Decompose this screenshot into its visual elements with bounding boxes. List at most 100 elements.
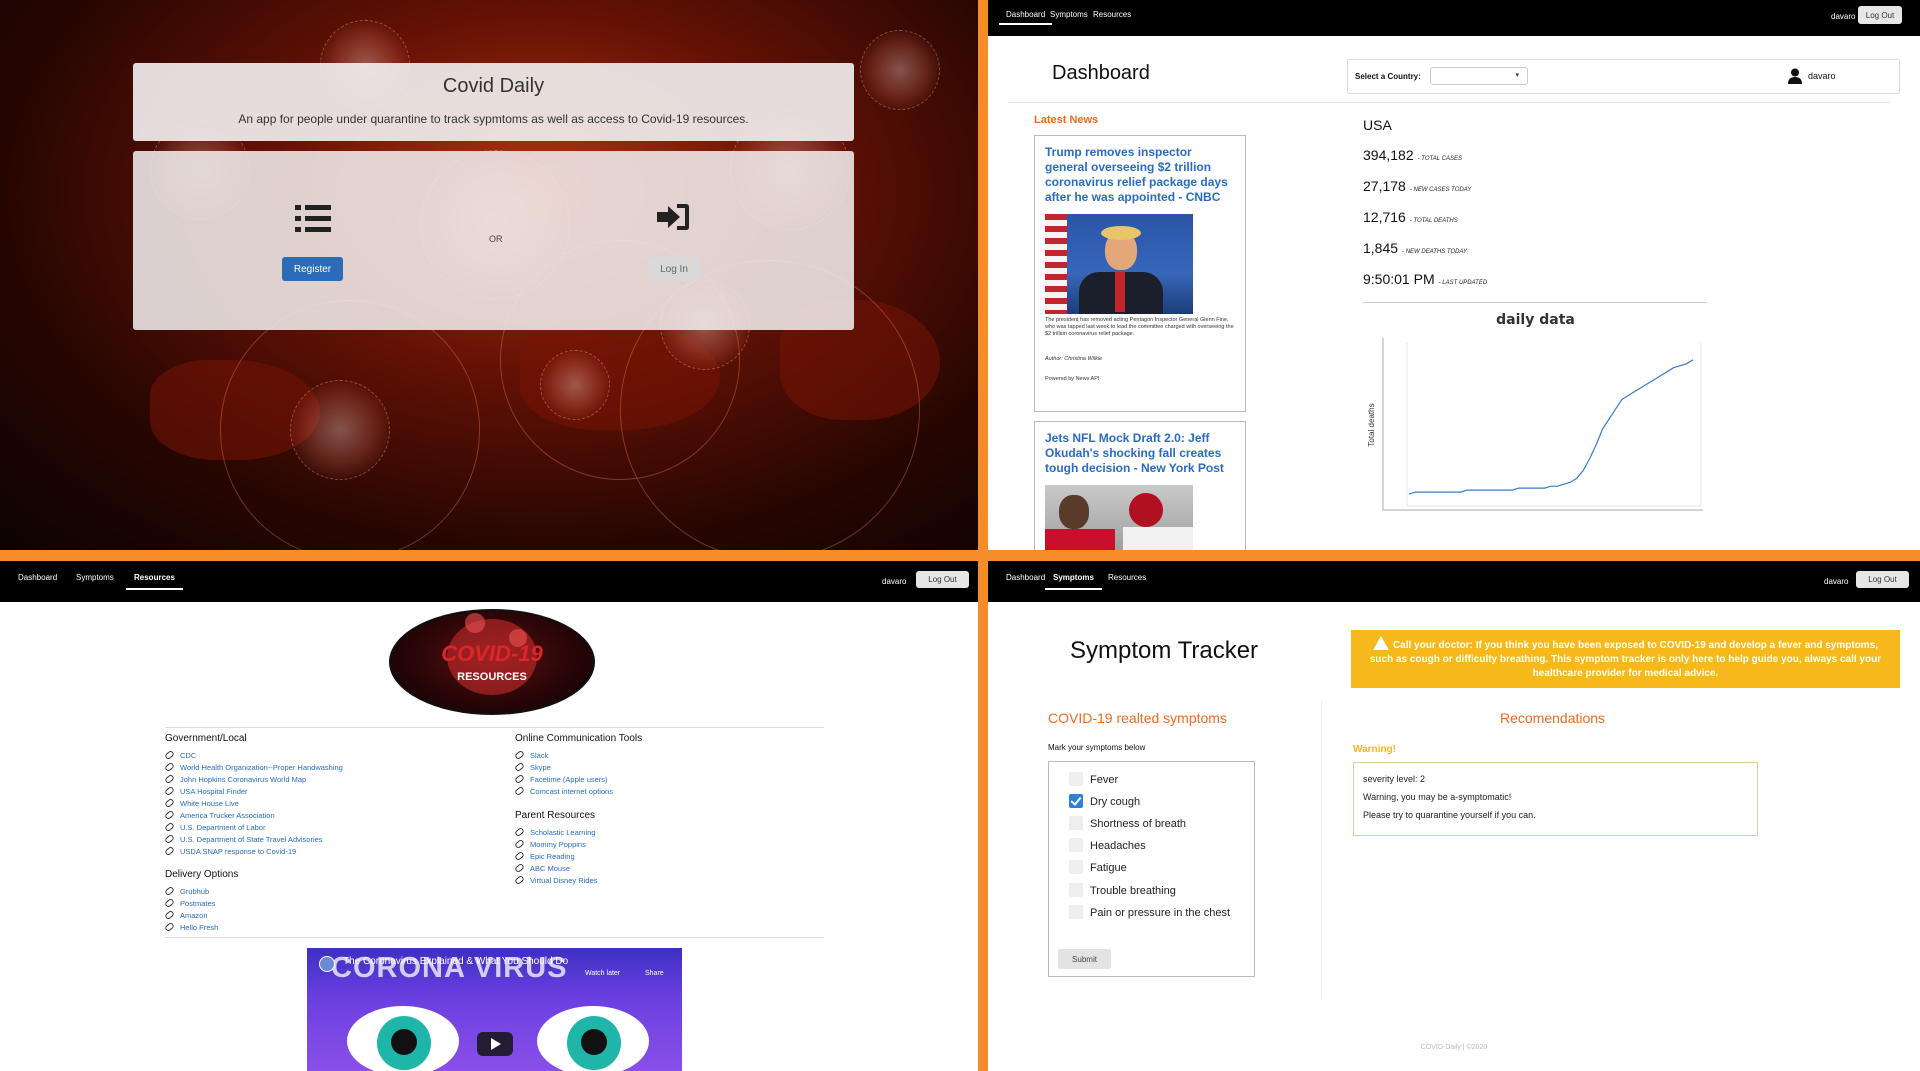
eye-graphic [347,1006,459,1071]
resource-link-label: Hello Fresh [180,923,219,932]
symptom-label: Dry cough [1090,796,1141,808]
symptom-label: Pain or pressure in the chest [1090,907,1231,919]
logo-sub-text: RESOURCES [457,671,527,683]
resource-link[interactable]: Slack [514,749,642,762]
plot-frame [1406,343,1702,507]
virus-graphic [860,30,940,110]
latest-news-heading: Latest News [1034,114,1099,126]
watch-later-label[interactable]: Watch later [585,970,620,977]
top-navbar: Dashboard Symptoms Resources davaro Log … [988,0,1920,36]
recommendation-box: severity level: 2 Warning, you may be a-… [1353,762,1758,836]
resource-link[interactable]: Postmates [164,897,238,910]
resource-link[interactable]: Skype [514,761,642,774]
resource-link-label: Slack [530,751,549,760]
resource-link[interactable]: Epic Reading [514,850,597,863]
checkbox-checked[interactable] [1069,794,1083,808]
resource-link[interactable]: ABC Mouse [514,862,597,875]
link-icon [164,797,175,809]
symptom-fatigue[interactable]: Fatigue [1069,860,1127,876]
link-icon [514,773,525,785]
resource-link[interactable]: Comcast internet options [514,785,642,798]
link-icon [514,862,525,874]
logout-button[interactable]: Log Out [1858,6,1902,24]
tab-symptoms[interactable]: Symptoms [69,569,121,586]
stat-label: - TOTAL CASES [1417,156,1462,162]
symptom-chest-pain[interactable]: Pain or pressure in the chest [1069,905,1230,921]
tab-resources[interactable]: Resources [1101,569,1153,586]
submit-button[interactable]: Submit [1058,949,1111,969]
resource-link[interactable]: Virtual Disney Rides [514,874,598,887]
news-card[interactable]: Jets NFL Mock Draft 2.0: Jeff Okudah's s… [1034,421,1246,550]
checkbox[interactable] [1069,772,1083,786]
covid-resources-logo: COVID-19 RESOURCES [389,609,595,715]
checkbox[interactable] [1069,905,1083,919]
tab-resources[interactable]: Resources [1086,6,1138,23]
resource-link[interactable]: U.S. Department of State Travel Advisori… [164,833,343,846]
stat-row: 1,845- NEW DEATHS TODAY [1363,240,1487,271]
link-icon [164,833,175,845]
stat-row: 12,716- TOTAL DEATHS [1363,209,1487,240]
news-headline[interactable]: Trump removes inspector general overseei… [1035,136,1245,205]
resource-link[interactable]: Grubhub [164,885,238,898]
resource-link[interactable]: World Health Organization--Proper Handwa… [164,761,343,774]
symptom-dry-cough[interactable]: Dry cough [1069,794,1140,810]
resource-link[interactable]: Scholastic Learning [514,826,597,839]
link-icon [164,845,175,857]
checkbox[interactable] [1069,860,1083,874]
symptom-label: Fatigue [1090,862,1127,874]
resource-link[interactable]: Hello Fresh [164,921,238,934]
nav-username: davaro [1831,12,1856,21]
logout-button[interactable]: Log Out [1856,571,1909,588]
resource-link[interactable]: CDC [164,749,343,762]
resource-link[interactable]: Amazon [164,909,238,922]
register-button[interactable]: Register [282,257,343,281]
resource-link-label: Grubhub [180,887,210,896]
resource-link[interactable]: U.S. Department of Labor [164,821,343,834]
link-icon [514,785,525,797]
resource-link[interactable]: America Trucker Association [164,809,343,822]
country-dropdown[interactable]: ▾ [1430,67,1528,85]
logout-button[interactable]: Log Out [916,571,969,588]
resource-link[interactable]: Facetime (Apple users) [514,773,642,786]
resource-link-label: U.S. Department of State Travel Advisori… [180,835,323,844]
checkbox[interactable] [1069,816,1083,830]
news-image [1045,214,1193,314]
symptom-label: Headaches [1090,840,1146,852]
chevron-down-icon: ▾ [1515,72,1519,79]
resource-link[interactable]: USA Hospital Finder [164,785,343,798]
app-tagline: An app for people under quarantine to tr… [238,112,749,126]
checkbox[interactable] [1069,838,1083,852]
resource-link-label: World Health Organization--Proper Handwa… [180,763,343,772]
resource-link[interactable]: USDA SNAP response to Covid-19 [164,845,343,858]
share-label[interactable]: Share [645,970,664,977]
link-icon [164,885,175,897]
dashboard-panel: Dashboard Symptoms Resources davaro Log … [988,0,1920,550]
warning-label: Warning! [1353,744,1396,755]
section-divider [165,937,824,938]
resource-link[interactable]: John Hopkins Coronavirus World Map [164,773,343,786]
video-player[interactable]: CORONA VIRUS The Coronavirus Explained &… [307,948,682,1071]
symptom-shortness-of-breath[interactable]: Shortness of breath [1069,816,1186,832]
video-title[interactable]: The Coronavirus Explained & What You Sho… [343,956,568,967]
play-icon[interactable] [477,1032,513,1056]
symptom-trouble-breathing[interactable]: Trouble breathing [1069,883,1176,899]
resource-link-label: CDC [180,751,197,760]
symptom-headaches[interactable]: Headaches [1069,838,1146,854]
news-headline[interactable]: Jets NFL Mock Draft 2.0: Jeff Okudah's s… [1035,422,1245,476]
checkbox[interactable] [1069,883,1083,897]
link-icon [164,749,175,761]
news-card[interactable]: Trump removes inspector general overseei… [1034,135,1246,412]
resource-link-label: Virtual Disney Rides [530,876,598,885]
link-icon [164,821,175,833]
section-divider [165,727,824,728]
symptom-fever[interactable]: Fever [1069,772,1118,788]
warning-icon [1372,636,1389,650]
resource-link-label: Epic Reading [530,852,575,861]
login-button[interactable]: Log In [648,257,700,281]
resource-link[interactable]: White House Live [164,797,343,810]
doctor-alert: Call your doctor: If you think you have … [1351,630,1900,688]
tab-dashboard[interactable]: Dashboard [11,569,64,586]
tab-resources[interactable]: Resources [126,569,183,590]
resource-link[interactable]: Mommy Poppins [514,838,597,851]
tab-symptoms[interactable]: Symptoms [1045,569,1102,590]
